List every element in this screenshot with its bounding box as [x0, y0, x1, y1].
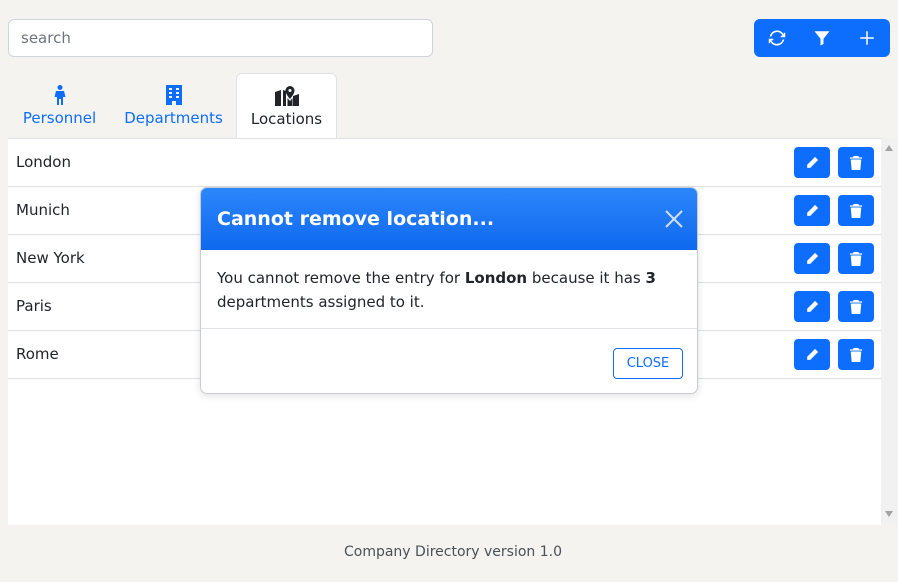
location-name: Munich — [16, 201, 70, 219]
trash-icon — [849, 251, 863, 266]
close-button[interactable]: CLOSE — [613, 348, 683, 379]
edit-button[interactable] — [794, 243, 830, 274]
trash-icon — [849, 299, 863, 314]
search-input[interactable] — [8, 19, 433, 57]
delete-button[interactable] — [838, 147, 874, 178]
tab-locations[interactable]: Locations — [236, 73, 337, 139]
modal-message: because it has — [527, 269, 646, 287]
filter-button[interactable] — [799, 19, 844, 57]
location-name: Paris — [16, 297, 52, 315]
delete-button[interactable] — [838, 195, 874, 226]
pencil-icon — [807, 204, 819, 216]
edit-button[interactable] — [794, 195, 830, 226]
refresh-button[interactable] — [754, 19, 799, 57]
footer-version: Company Directory version 1.0 — [343, 544, 563, 560]
vertical-scrollbar[interactable] — [881, 138, 898, 524]
trash-icon — [849, 347, 863, 362]
toolbar-button-group — [754, 19, 890, 57]
filter-icon — [814, 31, 829, 46]
modal-header: Cannot remove location... — [201, 188, 697, 250]
department-count: 3 — [645, 269, 656, 287]
location-name: New York — [16, 249, 85, 267]
remove-location-modal: Cannot remove location... You cannot rem… — [200, 187, 698, 394]
tab-label: Locations — [250, 110, 323, 128]
delete-button[interactable] — [838, 243, 874, 274]
modal-message: You cannot remove the entry for — [217, 269, 465, 287]
edit-button[interactable] — [794, 291, 830, 322]
pencil-icon — [807, 156, 819, 168]
table-row: London — [8, 139, 881, 187]
tab-label: Departments — [124, 109, 223, 127]
trash-icon — [849, 155, 863, 170]
tab-departments[interactable]: Departments — [111, 73, 236, 138]
modal-message: departments assigned to it. — [217, 293, 425, 311]
location-name: London — [464, 269, 528, 287]
tab-bar: Personnel Departments Locations — [8, 73, 337, 139]
modal-title: Cannot remove location... — [217, 208, 495, 230]
building-icon — [165, 83, 182, 105]
edit-button[interactable] — [794, 339, 830, 370]
modal-close-button[interactable] — [663, 208, 685, 230]
scroll-down-arrow-icon[interactable] — [885, 511, 893, 517]
location-name: Rome — [16, 345, 59, 363]
refresh-icon — [768, 30, 785, 46]
person-icon — [54, 83, 66, 105]
plus-icon — [859, 31, 874, 45]
delete-button[interactable] — [838, 339, 874, 370]
location-name: London — [16, 153, 71, 171]
pencil-icon — [807, 252, 819, 264]
scroll-up-arrow-icon[interactable] — [885, 145, 893, 151]
map-location-icon — [274, 84, 299, 106]
close-icon — [665, 210, 683, 228]
delete-button[interactable] — [838, 291, 874, 322]
modal-body: You cannot remove the entry for London b… — [201, 249, 697, 329]
tab-label: Personnel — [22, 109, 97, 127]
pencil-icon — [807, 348, 819, 360]
add-button[interactable] — [844, 19, 889, 57]
trash-icon — [849, 203, 863, 218]
edit-button[interactable] — [794, 147, 830, 178]
pencil-icon — [807, 300, 819, 312]
tab-personnel[interactable]: Personnel — [8, 73, 111, 138]
